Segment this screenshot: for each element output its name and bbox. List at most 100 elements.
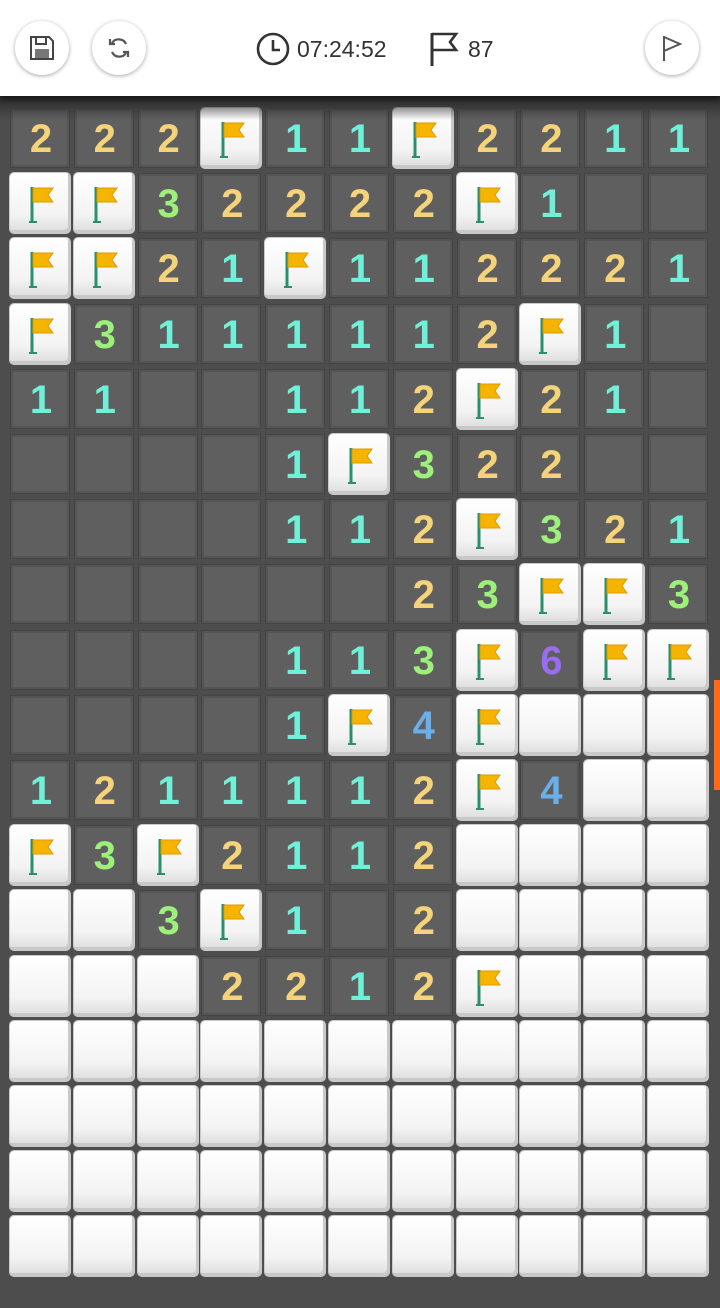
cell-number[interactable]: 2	[73, 760, 134, 820]
cell-unrevealed[interactable]	[329, 1151, 389, 1212]
cell-unrevealed[interactable]	[584, 760, 645, 820]
cell-number[interactable]: 3	[73, 303, 134, 364]
cell-number[interactable]: 6	[520, 629, 581, 690]
cell-revealed-empty[interactable]	[201, 434, 262, 494]
cell-number[interactable]: 3	[392, 434, 453, 494]
cell-revealed-empty[interactable]	[201, 368, 262, 429]
cell-flagged[interactable]	[584, 629, 645, 690]
cell-unrevealed[interactable]	[392, 1020, 453, 1081]
cell-revealed-empty[interactable]	[10, 499, 70, 560]
cell-unrevealed[interactable]	[584, 890, 645, 951]
cell-flagged[interactable]	[456, 955, 517, 1016]
cell-flagged[interactable]	[648, 629, 708, 690]
cell-flagged[interactable]	[584, 564, 645, 625]
cell-flagged[interactable]	[456, 499, 517, 560]
cell-number[interactable]: 2	[392, 564, 453, 625]
cell-revealed-empty[interactable]	[73, 434, 134, 494]
cell-number[interactable]: 2	[520, 238, 581, 299]
cell-number[interactable]: 1	[265, 499, 326, 560]
cell-revealed-empty[interactable]	[137, 499, 198, 560]
cell-flagged[interactable]	[265, 238, 326, 299]
cell-number[interactable]: 2	[329, 173, 389, 234]
cell-revealed-empty[interactable]	[329, 890, 389, 951]
cell-unrevealed[interactable]	[456, 1020, 517, 1081]
cell-unrevealed[interactable]	[648, 1216, 708, 1277]
cell-unrevealed[interactable]	[520, 1216, 581, 1277]
cell-number[interactable]: 1	[265, 368, 326, 429]
cell-flagged[interactable]	[10, 173, 70, 234]
cell-unrevealed[interactable]	[137, 1151, 198, 1212]
cell-number[interactable]: 3	[520, 499, 581, 560]
cell-number[interactable]: 2	[392, 825, 453, 886]
cell-revealed-empty[interactable]	[201, 694, 262, 755]
cell-revealed-empty[interactable]	[10, 694, 70, 755]
cell-number[interactable]: 1	[265, 890, 326, 951]
cell-number[interactable]: 2	[201, 173, 262, 234]
cell-revealed-empty[interactable]	[648, 434, 708, 494]
cell-number[interactable]: 1	[265, 434, 326, 494]
cell-unrevealed[interactable]	[265, 1216, 326, 1277]
cell-number[interactable]: 1	[329, 303, 389, 364]
cell-revealed-empty[interactable]	[265, 564, 326, 625]
cell-number[interactable]: 2	[520, 368, 581, 429]
cell-number[interactable]: 2	[201, 825, 262, 886]
cell-flagged[interactable]	[456, 760, 517, 820]
cell-number[interactable]: 2	[520, 434, 581, 494]
cell-unrevealed[interactable]	[137, 1020, 198, 1081]
cell-unrevealed[interactable]	[73, 1086, 134, 1146]
cell-number[interactable]: 1	[265, 694, 326, 755]
cell-number[interactable]: 2	[265, 173, 326, 234]
cell-unrevealed[interactable]	[73, 1216, 134, 1277]
cell-revealed-empty[interactable]	[584, 434, 645, 494]
cell-number[interactable]: 2	[201, 955, 262, 1016]
cell-revealed-empty[interactable]	[10, 434, 70, 494]
cell-number[interactable]: 1	[329, 825, 389, 886]
cell-flagged[interactable]	[329, 694, 389, 755]
cell-unrevealed[interactable]	[648, 825, 708, 886]
cell-revealed-empty[interactable]	[137, 694, 198, 755]
cell-unrevealed[interactable]	[520, 825, 581, 886]
cell-unrevealed[interactable]	[392, 1151, 453, 1212]
cell-unrevealed[interactable]	[201, 1086, 262, 1146]
cell-number[interactable]: 2	[392, 955, 453, 1016]
cell-number[interactable]: 1	[265, 825, 326, 886]
cell-unrevealed[interactable]	[648, 1020, 708, 1081]
cell-number[interactable]: 2	[392, 173, 453, 234]
cell-number[interactable]: 1	[329, 368, 389, 429]
cell-number[interactable]: 1	[10, 760, 70, 820]
cell-number[interactable]: 1	[584, 368, 645, 429]
cell-revealed-empty[interactable]	[648, 368, 708, 429]
cell-unrevealed[interactable]	[648, 890, 708, 951]
cell-flagged[interactable]	[10, 825, 70, 886]
cell-unrevealed[interactable]	[329, 1216, 389, 1277]
cell-flagged[interactable]	[520, 564, 581, 625]
cell-unrevealed[interactable]	[520, 955, 581, 1016]
cell-unrevealed[interactable]	[456, 1216, 517, 1277]
cell-number[interactable]: 1	[265, 303, 326, 364]
cell-number[interactable]: 2	[584, 499, 645, 560]
cell-unrevealed[interactable]	[265, 1020, 326, 1081]
cell-unrevealed[interactable]	[10, 1086, 70, 1146]
cell-number[interactable]: 3	[73, 825, 134, 886]
cell-number[interactable]: 1	[329, 955, 389, 1016]
cell-revealed-empty[interactable]	[73, 499, 134, 560]
cell-number[interactable]: 3	[648, 564, 708, 625]
cell-revealed-empty[interactable]	[73, 694, 134, 755]
cell-unrevealed[interactable]	[648, 1086, 708, 1146]
cell-flagged[interactable]	[10, 238, 70, 299]
cell-unrevealed[interactable]	[520, 890, 581, 951]
cell-flagged[interactable]	[73, 173, 134, 234]
cell-number[interactable]: 1	[137, 760, 198, 820]
restart-button[interactable]	[92, 21, 146, 75]
cell-revealed-empty[interactable]	[201, 629, 262, 690]
cell-unrevealed[interactable]	[10, 1216, 70, 1277]
cell-number[interactable]: 2	[584, 238, 645, 299]
cell-unrevealed[interactable]	[137, 955, 198, 1016]
cell-flagged[interactable]	[520, 303, 581, 364]
cell-number[interactable]: 1	[520, 173, 581, 234]
cell-flagged[interactable]	[456, 694, 517, 755]
cell-revealed-empty[interactable]	[648, 303, 708, 364]
cell-flagged[interactable]	[73, 238, 134, 299]
cell-number[interactable]: 1	[10, 368, 70, 429]
cell-number[interactable]: 1	[648, 238, 708, 299]
